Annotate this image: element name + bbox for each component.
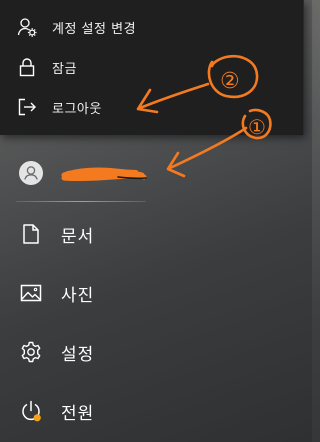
hand-drawn-annotations: ② ①: [136, 54, 272, 178]
marker-1-annotation: ①: [166, 108, 272, 178]
marker-2-label: ②: [220, 69, 240, 94]
marker-2-annotation: ②: [136, 54, 259, 114]
marker-1-label: ①: [248, 115, 266, 139]
